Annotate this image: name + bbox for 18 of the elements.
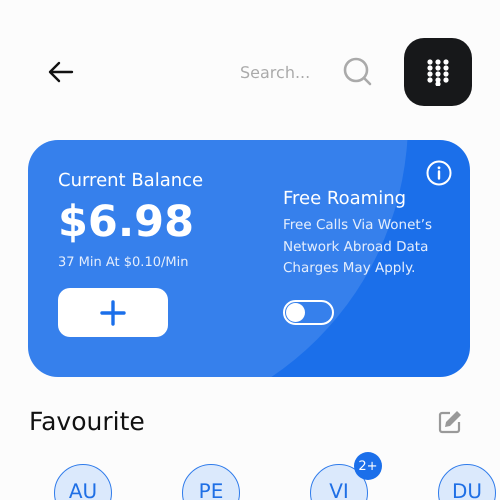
- count-badge: 2+: [354, 452, 382, 480]
- contact-avatar[interactable]: DU: [438, 464, 496, 500]
- balance-detail: 37 Min At $0.10/Min: [58, 255, 190, 270]
- favourite-heading: Favourite: [29, 407, 145, 436]
- roaming-title: Free Roaming: [283, 188, 408, 209]
- roaming-toggle[interactable]: [283, 300, 334, 324]
- plus-icon: [100, 300, 126, 326]
- contact-avatar[interactable]: AU: [54, 464, 112, 500]
- info-icon[interactable]: [426, 160, 452, 186]
- contact-avatar[interactable]: PE: [182, 464, 240, 500]
- dialpad-button[interactable]: [404, 38, 472, 106]
- edit-icon[interactable]: [438, 410, 462, 434]
- balance-amount: $6.98: [58, 197, 196, 247]
- add-balance-button[interactable]: [58, 288, 168, 337]
- search-field[interactable]: Search...: [240, 62, 326, 82]
- roaming-description: Free Calls Via Wonet’s Network Abroad Data Charges May Apply.: [283, 216, 434, 278]
- balance-title: Current Balance: [58, 170, 204, 191]
- dialpad-icon: [426, 58, 450, 86]
